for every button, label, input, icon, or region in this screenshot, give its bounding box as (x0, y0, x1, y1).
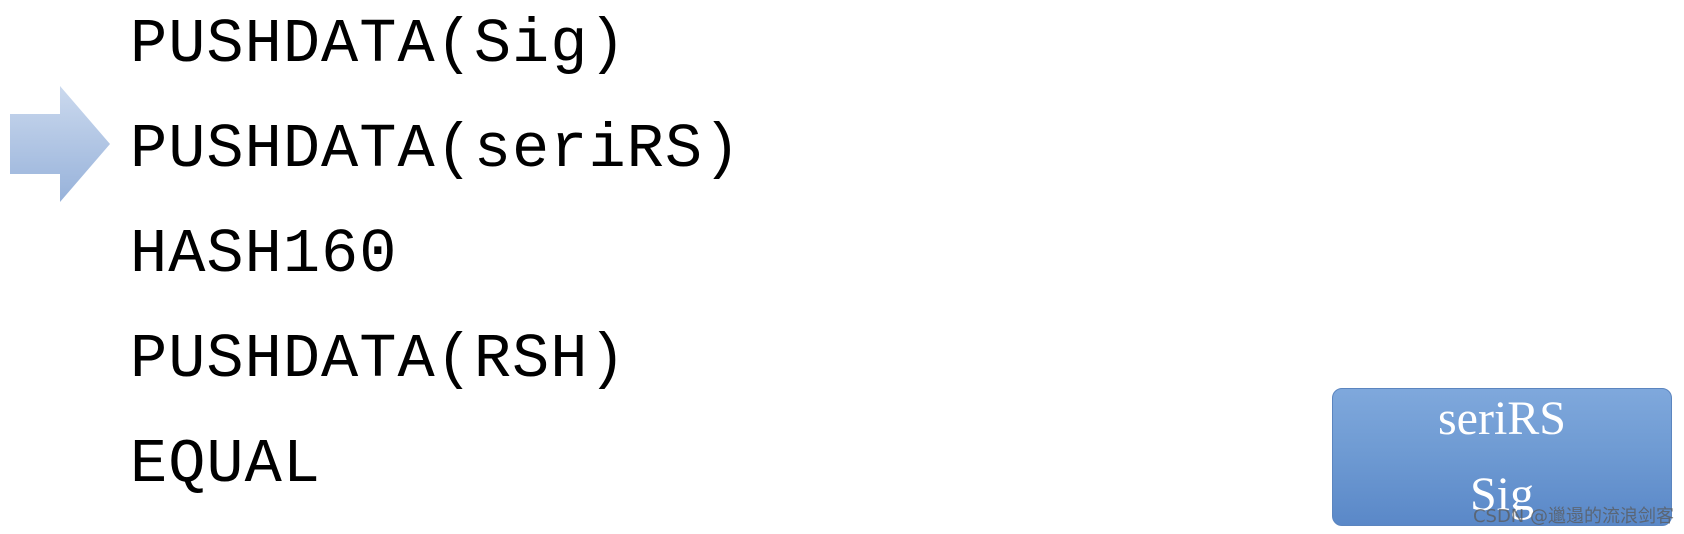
script-instruction-list: PUSHDATA(Sig) PUSHDATA(seriRS) HASH160 P… (130, 0, 741, 525)
script-line-pushdata-rsh: PUSHDATA(RSH) (130, 324, 627, 395)
script-line-pushdata-sig: PUSHDATA(Sig) (130, 9, 627, 80)
script-line-hash160: HASH160 (130, 219, 398, 290)
current-instruction-arrow-icon (10, 86, 110, 202)
script-line-equal: EQUAL (130, 429, 322, 500)
script-line-pushdata-serirs: PUSHDATA(seriRS) (130, 114, 742, 185)
stack-item-top: seriRS (1437, 392, 1566, 445)
watermark: CSDN @邋遢的流浪剑客 (1472, 506, 1674, 527)
